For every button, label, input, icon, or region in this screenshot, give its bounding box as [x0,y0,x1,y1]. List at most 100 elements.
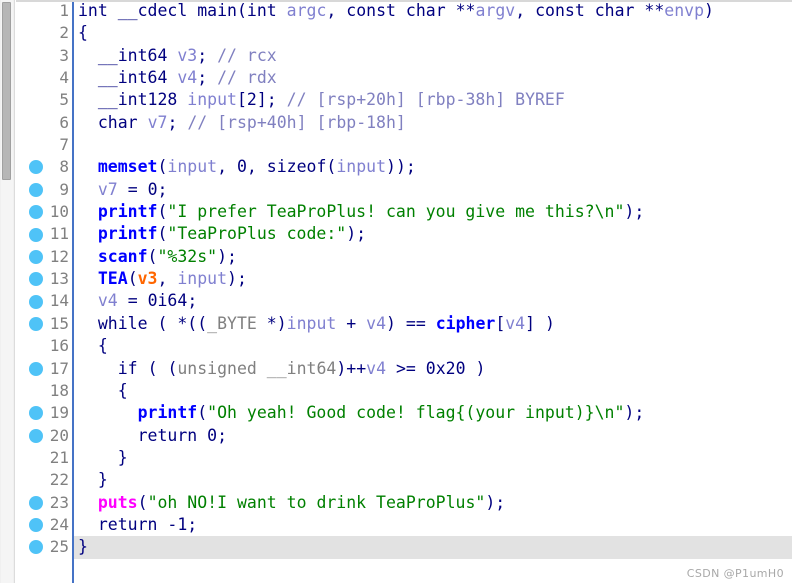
breakpoint-dot[interactable] [29,540,43,555]
code-line[interactable]: { [74,335,792,357]
code-punctuation: ) [346,224,357,244]
code-line[interactable]: v7 = 0; [74,179,792,201]
variable: v4 [97,291,118,311]
code-line[interactable]: char v7; // [rsp+40h] [rbp-18h] [74,112,792,134]
breakpoint-dot[interactable] [29,272,43,287]
code-punctuation: = [405,358,416,378]
code-punctuation: ; [187,514,198,534]
code-line[interactable]: printf("TeaProPlus code:"); [74,223,792,245]
code-punctuation: ( [147,358,158,378]
string-literal: "oh NO!I want to drink TeaProPlus" [147,492,486,512]
code-line[interactable]: printf("Oh yeah! Good code! flag{(your i… [74,402,792,424]
code-line[interactable]: scanf("%32s"); [74,246,792,268]
numeric-literal: 2 [246,90,257,110]
breakpoint-dot[interactable] [29,428,43,443]
code-line[interactable]: return -1; [74,514,792,536]
code-punctuation: ; [227,246,237,266]
code-line[interactable]: memset(input, 0, sizeof(input)); [74,156,792,178]
code-line[interactable]: } [74,447,792,469]
line-number: 15 [49,313,69,333]
keyword: char [405,1,446,20]
code-punctuation: ) [386,157,396,177]
breakpoint-dot[interactable] [29,249,43,264]
variable: input [167,157,218,177]
keyword: __int128 [97,90,178,110]
code-comment: // [rsp+20h] [rbp-38h] BYREF [286,90,565,110]
breakpoint-dot[interactable] [29,294,43,309]
code-punctuation: ) [227,269,237,289]
code-line[interactable]: } [74,469,792,491]
type-token: __int64 [266,358,337,378]
code-line[interactable]: __int64 v3; // rcx [74,45,792,67]
code-area[interactable]: int __cdecl main(int argc, const char **… [72,0,792,583]
code-line[interactable]: __int64 v4; // rdx [74,67,792,89]
breakpoint-dot[interactable] [29,160,43,175]
type-token: unsigned [177,358,257,378]
line-number: 16 [49,336,69,356]
code-punctuation: ( [197,313,208,333]
code-line[interactable]: int __cdecl main(int argc, const char **… [74,0,792,22]
breakpoint-dot[interactable] [29,361,43,376]
line-number: 18 [49,380,69,400]
code-punctuation: = [415,313,426,333]
code-line[interactable]: __int128 input[2]; // [rsp+20h] [rbp-38h… [74,89,792,111]
code-line[interactable]: printf("I prefer TeaProPlus! can you giv… [74,201,792,223]
line-number: 13 [49,269,69,289]
code-punctuation: ( [127,269,138,289]
keyword: __cdecl [117,1,188,20]
code-line[interactable]: { [74,22,792,44]
numeric-literal: 1 [177,514,188,534]
scrollbar-thumb[interactable] [2,2,11,180]
line-number: 1 [59,1,69,20]
breakpoint-dot[interactable] [29,316,43,331]
breakpoint-gutter[interactable] [15,0,45,583]
code-comment: // rdx [217,68,277,88]
code-punctuation: ] [525,313,536,333]
code-punctuation: * [266,313,277,333]
code-line[interactable]: { [74,380,792,402]
variable: argv [475,1,516,20]
code-line[interactable]: } [74,536,792,559]
breakpoint-dot[interactable] [29,495,43,510]
code-line[interactable]: puts("oh NO!I want to drink TeaProPlus")… [74,492,792,514]
code-line[interactable]: TEA(v3, input); [74,268,792,290]
code-line[interactable] [74,134,792,156]
breakpoint-dot[interactable] [29,518,43,533]
keyword: __int64 [97,45,168,65]
code-punctuation: ( [147,246,158,266]
breakpoint-dot[interactable] [29,205,43,220]
code-line[interactable]: return 0; [74,425,792,447]
code-punctuation: } [117,447,128,467]
breakpoint-dot[interactable] [29,182,43,197]
code-line[interactable]: while ( *((_BYTE *)input + v4) == cipher… [74,313,792,335]
vertical-scrollbar[interactable] [0,0,15,583]
code-punctuation: > [395,358,406,378]
variable: argc [286,1,327,20]
breakpoint-dot[interactable] [29,406,43,421]
code-line[interactable]: if ( (unsigned __int64)++v4 >= 0x20 ) [74,358,792,380]
numeric-literal: 0 [236,157,247,177]
variable: v4 [505,313,526,333]
code-line[interactable]: v4 = 0i64; [74,290,792,312]
variable: input [177,269,228,289]
code-punctuation: ; [187,291,198,311]
code-punctuation: ( [137,492,148,512]
breakpoint-dot[interactable] [29,227,43,242]
function-call: cipher [435,313,496,333]
